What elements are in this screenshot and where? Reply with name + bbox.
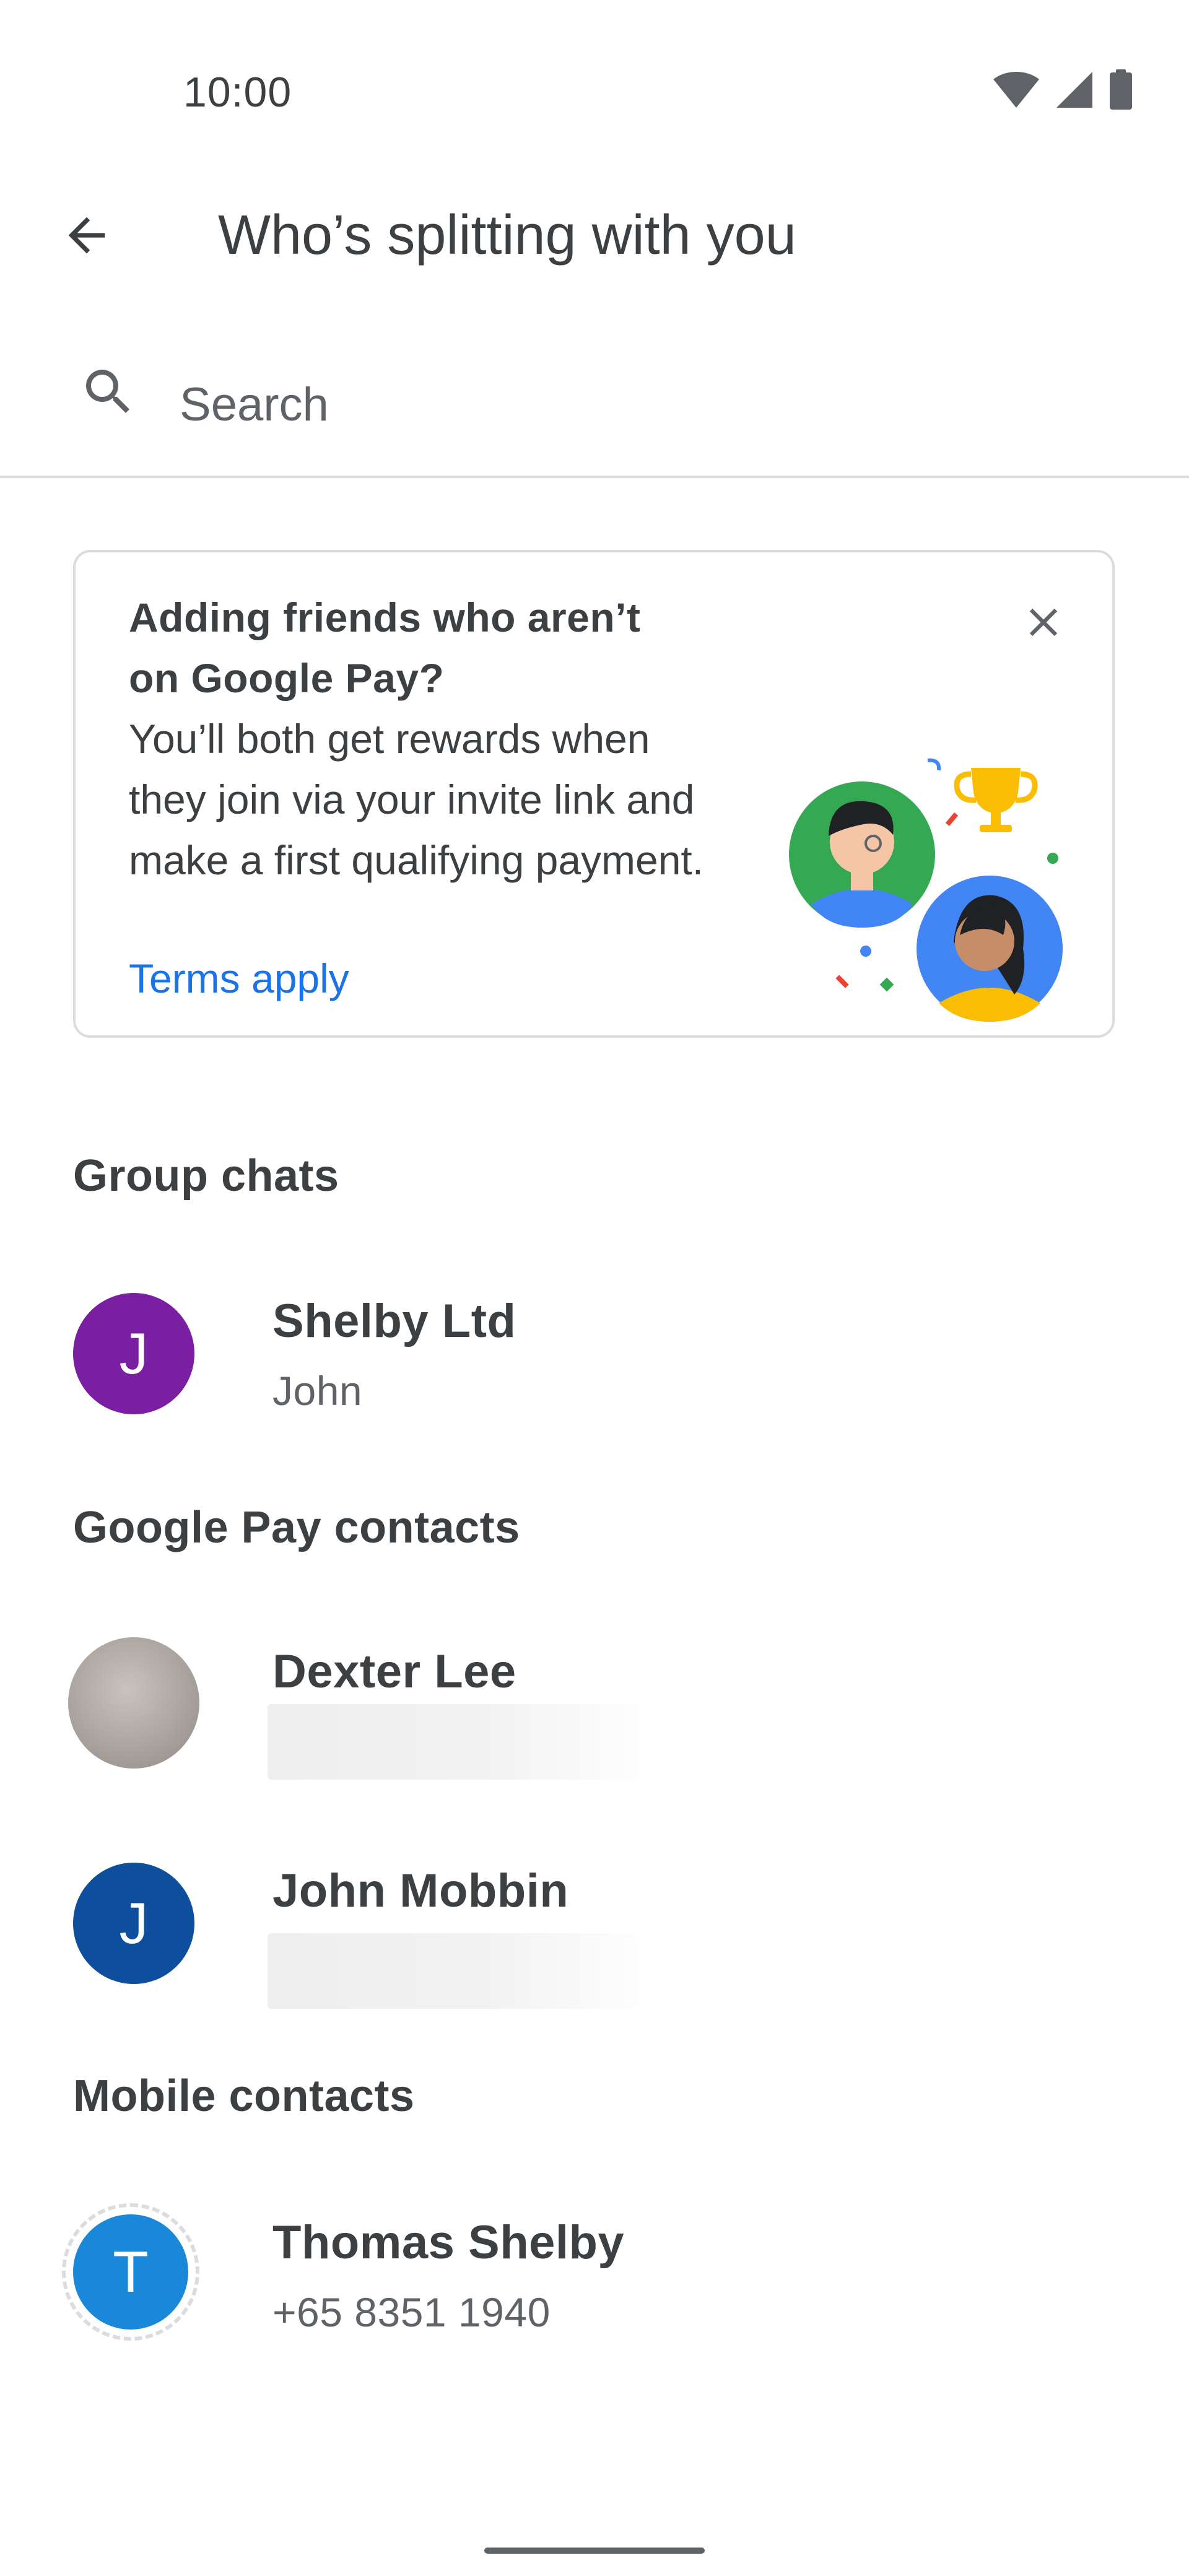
avatar: J	[73, 1293, 194, 1414]
close-icon	[1029, 608, 1058, 637]
avatar: T	[73, 2214, 188, 2330]
terms-apply-link[interactable]: Terms apply	[129, 951, 349, 1006]
arrow-back-icon	[68, 217, 105, 254]
cellular-signal-icon	[1056, 72, 1092, 108]
contact-phone: +65 8351 1940	[272, 2289, 551, 2335]
contact-subtitle: John	[272, 1368, 363, 1414]
home-indicator[interactable]	[484, 2548, 705, 2554]
status-bar-icons	[992, 69, 1133, 110]
friends-rewards-illustration	[789, 758, 1063, 1022]
avatar	[68, 1637, 199, 1769]
battery-icon	[1110, 69, 1132, 110]
promo-heading: Adding friends who aren’t on Google Pay?	[129, 594, 641, 701]
avatar: J	[73, 1863, 194, 1984]
redacted-detail	[268, 1704, 658, 1780]
promo-body: You’ll both get rewards when they join v…	[129, 716, 704, 883]
redacted-detail	[268, 1933, 658, 2009]
search-icon	[74, 358, 142, 426]
back-button[interactable]	[50, 198, 124, 272]
search-input[interactable]	[180, 370, 1108, 438]
page-title: Who’s splitting with you	[218, 204, 796, 266]
section-header-group-chats: Group chats	[73, 1151, 339, 1201]
promo-close-button[interactable]	[1009, 588, 1078, 656]
contact-name: Shelby Ltd	[272, 1295, 516, 1347]
wifi-icon	[993, 72, 1039, 108]
section-header-mobile-contacts: Mobile contacts	[73, 2071, 415, 2121]
contact-name: Dexter Lee	[272, 1645, 516, 1698]
status-bar-time: 10:00	[183, 69, 292, 116]
section-header-gpay-contacts: Google Pay contacts	[73, 1503, 520, 1552]
contact-name: John Mobbin	[272, 1865, 569, 1917]
contact-name: Thomas Shelby	[272, 2216, 625, 2269]
